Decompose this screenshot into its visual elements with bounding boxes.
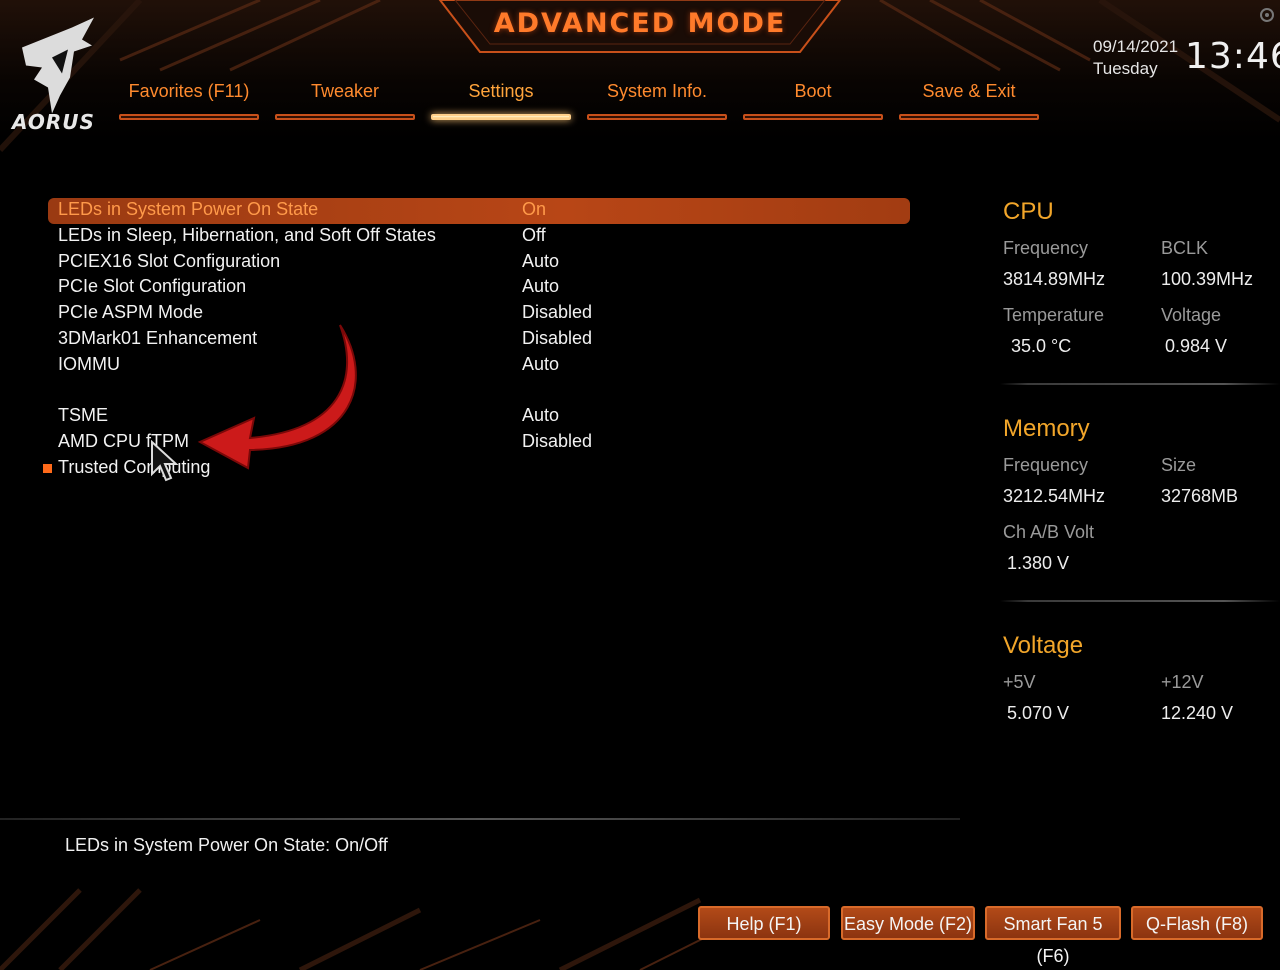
tab-tweaker-label: Tweaker <box>310 81 380 101</box>
cpu-temperature-label: Temperature <box>1003 305 1105 325</box>
memory-frequency-label: Frequency <box>1003 455 1089 475</box>
panel-divider <box>1000 600 1280 602</box>
setting-row-tsme[interactable]: TSME Auto <box>40 404 920 430</box>
tab-tweaker[interactable]: Tweaker <box>275 80 415 120</box>
setting-label: Trusted Computing <box>58 456 211 477</box>
tab-save-exit[interactable]: Save & Exit <box>899 80 1039 120</box>
voltage-5v-label: +5V <box>1003 672 1036 692</box>
cpu-frequency-value: 3814.89MHz <box>1003 269 1106 289</box>
setting-row-iommu[interactable]: IOMMU Auto <box>40 353 920 379</box>
setting-row-leds-power-on[interactable]: LEDs in System Power On State On <box>48 198 910 224</box>
mouse-cursor-icon <box>151 440 179 482</box>
memory-panel: Memory Frequency Size 3212.54MHz 32768MB… <box>1003 415 1263 585</box>
tab-boot-underline <box>743 114 883 120</box>
tab-settings-underline <box>431 114 571 120</box>
voltage-panel-title: Voltage <box>1003 632 1084 659</box>
tab-system-info-underline <box>587 114 727 120</box>
help-divider <box>0 818 960 820</box>
memory-chab-volt-value: 1.380 V <box>1007 553 1070 573</box>
panel-divider <box>1000 383 1280 385</box>
tab-settings[interactable]: Settings <box>431 80 571 120</box>
setting-value[interactable]: Disabled <box>522 328 592 349</box>
setting-label: PCIe ASPM Mode <box>58 302 204 323</box>
submenu-bullet-icon <box>43 463 52 473</box>
date-value: 09/14/2021 <box>1093 37 1179 56</box>
setting-label: LEDs in Sleep, Hibernation, and Soft Off… <box>58 224 436 245</box>
tab-system-info[interactable]: System Info. <box>587 80 727 120</box>
tab-favorites-label: Favorites (F11) <box>128 81 250 101</box>
help-description: LEDs in System Power On State: On/Off <box>65 835 388 855</box>
tab-boot-label: Boot <box>794 81 832 101</box>
voltage-12v-value: 12.240 V <box>1161 703 1234 723</box>
voltage-panel: Voltage +5V +12V 5.070 V 12.240 V <box>1003 632 1263 742</box>
easy-mode-f2-button[interactable]: Easy Mode (F2) <box>841 906 975 940</box>
setting-value[interactable]: Off <box>522 225 546 246</box>
help-f1-button[interactable]: Help (F1) <box>698 906 830 940</box>
tab-favorites-underline <box>119 114 259 120</box>
settings-spacer <box>40 379 920 405</box>
tab-boot[interactable]: Boot <box>743 80 883 120</box>
setting-label: PCIe Slot Configuration <box>58 276 247 297</box>
cpu-temperature-value: 35.0 °C <box>1011 336 1072 356</box>
memory-size-label: Size <box>1161 455 1197 475</box>
setting-row-3dmark01[interactable]: 3DMark01 Enhancement Disabled <box>40 327 920 353</box>
setting-label: TSME <box>58 405 109 426</box>
tab-save-exit-underline <box>899 114 1039 120</box>
q-flash-f8-button[interactable]: Q-Flash (F8) <box>1131 906 1263 940</box>
setting-row-pcie-slot[interactable]: PCIe Slot Configuration Auto <box>40 275 920 301</box>
setting-value[interactable]: On <box>522 199 546 220</box>
cpu-panel: CPU Frequency BCLK 3814.89MHz 100.39MHz … <box>1003 198 1263 378</box>
clock-display: 13:46 <box>1185 36 1280 77</box>
tab-tweaker-underline <box>275 114 415 120</box>
memory-chab-volt-label: Ch A/B Volt <box>1003 522 1095 542</box>
cpu-voltage-value: 0.984 V <box>1165 336 1228 356</box>
cpu-bclk-label: BCLK <box>1161 238 1209 258</box>
setting-value[interactable]: Auto <box>522 354 559 375</box>
voltage-12v-label: +12V <box>1161 672 1204 692</box>
cpu-voltage-label: Voltage <box>1161 305 1222 325</box>
day-value: Tuesday <box>1093 59 1158 78</box>
red-annotation-arrow-icon <box>197 324 357 470</box>
mode-title: ADVANCED MODE <box>493 8 787 39</box>
memory-size-value: 32768MB <box>1161 486 1239 506</box>
voltage-5v-value: 5.070 V <box>1007 703 1070 723</box>
memory-frequency-value: 3212.54MHz <box>1003 486 1106 506</box>
bios-screen: ADVANCED MODE AORUS 09/14/2021 Tuesday 1… <box>0 0 1280 970</box>
setting-label: LEDs in System Power On State <box>58 199 319 219</box>
tab-save-exit-label: Save & Exit <box>922 81 1016 101</box>
memory-panel-title: Memory <box>1003 415 1090 442</box>
setting-value[interactable]: Disabled <box>522 431 592 452</box>
cpu-frequency-label: Frequency <box>1003 238 1089 258</box>
setting-label: PCIEX16 Slot Configuration <box>58 250 281 271</box>
tab-favorites[interactable]: Favorites (F11) <box>119 80 259 120</box>
cpu-panel-title: CPU <box>1003 198 1054 225</box>
setting-row-pcie-aspm[interactable]: PCIe ASPM Mode Disabled <box>40 301 920 327</box>
smart-fan-f6-button[interactable]: Smart Fan 5 (F6) <box>985 906 1121 966</box>
setting-label: IOMMU <box>58 353 120 374</box>
setting-value[interactable]: Auto <box>522 405 559 426</box>
setting-value[interactable]: Auto <box>522 276 559 297</box>
tab-settings-label: Settings <box>468 81 534 101</box>
tab-system-info-label: System Info. <box>606 81 708 101</box>
date-display: 09/14/2021 Tuesday <box>1093 36 1178 80</box>
gear-icon[interactable] <box>1258 6 1276 24</box>
cpu-bclk-value: 100.39MHz <box>1161 269 1254 289</box>
aorus-logo-text: AORUS <box>12 110 95 134</box>
setting-value[interactable]: Disabled <box>522 302 592 323</box>
setting-value[interactable]: Auto <box>522 251 559 272</box>
setting-row-pciex16-slot[interactable]: PCIEX16 Slot Configuration Auto <box>40 250 920 276</box>
setting-row-leds-sleep[interactable]: LEDs in Sleep, Hibernation, and Soft Off… <box>40 224 920 250</box>
